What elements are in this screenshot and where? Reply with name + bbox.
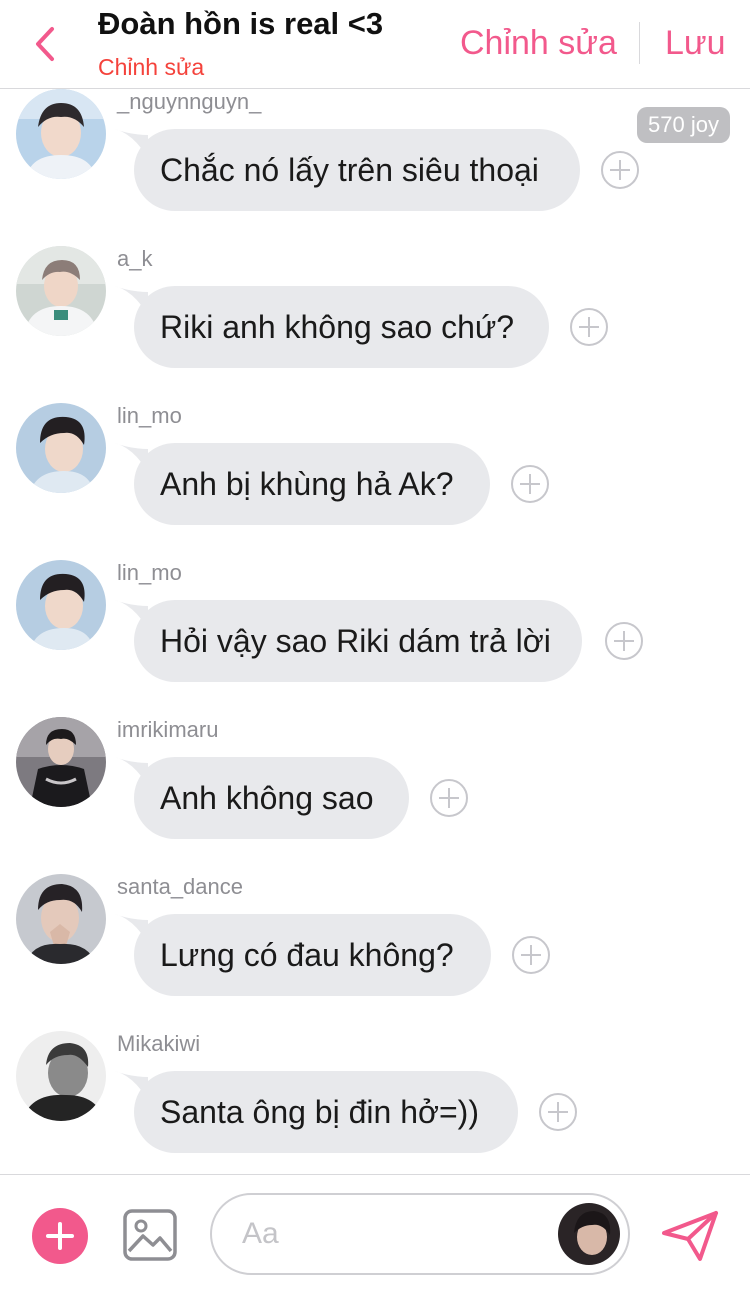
avatar[interactable] [16, 1031, 106, 1121]
message-list[interactable]: _nguynnguyn_ Chắc nó lấy trên siêu thoại… [0, 89, 750, 1174]
message-item: _nguynnguyn_ Chắc nó lấy trên siêu thoại… [0, 89, 750, 229]
add-reaction-icon[interactable] [605, 622, 643, 660]
add-reaction-icon[interactable] [512, 936, 550, 974]
username: _nguynnguyn_ [117, 89, 262, 114]
message-item: santa_dance Lưng có đau không? [0, 874, 750, 1014]
message-item: a_k Riki anh không sao chứ? [0, 246, 750, 386]
chevron-left-icon [36, 27, 54, 61]
add-reaction-icon[interactable] [511, 465, 549, 503]
back-button[interactable] [30, 24, 60, 64]
add-reaction-icon[interactable] [601, 151, 639, 189]
message-bubble[interactable]: Anh không sao [134, 757, 409, 839]
username: lin_mo [117, 403, 182, 428]
message-bubble[interactable]: Hỏi vậy sao Riki dám trả lời [134, 600, 582, 682]
joy-badge: 570 joy [637, 107, 730, 143]
sender-avatar[interactable] [558, 1203, 620, 1265]
edit-button[interactable]: Chỉnh sửa [460, 24, 617, 63]
message-item: lin_mo Anh bị khùng hả Ak? [0, 403, 750, 543]
avatar[interactable] [16, 89, 106, 179]
avatar[interactable] [16, 403, 106, 493]
add-reaction-icon[interactable] [570, 308, 608, 346]
message-bubble[interactable]: Chắc nó lấy trên siêu thoại [134, 129, 580, 211]
image-icon [123, 1209, 177, 1261]
avatar[interactable] [16, 560, 106, 650]
message-item: imrikimaru Anh không sao [0, 717, 750, 857]
chat-title: Đoàn hồn is real <3 [98, 6, 384, 41]
username: lin_mo [117, 560, 182, 585]
header-divider [639, 22, 640, 64]
chat-subtitle-edit-link[interactable]: Chỉnh sửa [98, 54, 204, 81]
message-bubble[interactable]: Riki anh không sao chứ? [134, 286, 549, 368]
message-bubble[interactable]: Anh bị khùng hả Ak? [134, 443, 490, 525]
username: a_k [117, 246, 153, 271]
avatar[interactable] [16, 246, 106, 336]
username: santa_dance [117, 874, 243, 899]
send-button[interactable] [660, 1209, 720, 1263]
image-button[interactable] [123, 1209, 177, 1261]
message-input-placeholder: Aa [242, 1217, 279, 1250]
message-item: Mikakiwi Santa ông bị đin hở=)) [0, 1031, 750, 1171]
message-input[interactable]: Aa [210, 1193, 630, 1275]
message-bubble[interactable]: Lưng có đau không? [134, 914, 491, 996]
plus-icon[interactable] [32, 1208, 88, 1264]
add-reaction-icon[interactable] [539, 1093, 577, 1131]
composer-bar: Aa [0, 1174, 750, 1295]
message-bubble[interactable]: Santa ông bị đin hở=)) [134, 1071, 518, 1153]
avatar[interactable] [16, 717, 106, 807]
message-item: lin_mo Hỏi vậy sao Riki dám trả lời [0, 560, 750, 700]
username: imrikimaru [117, 717, 219, 742]
username: Mikakiwi [117, 1031, 201, 1056]
avatar[interactable] [16, 874, 106, 964]
save-button[interactable]: Lưu [665, 24, 726, 63]
chat-header: Đoàn hồn is real <3 Chỉnh sửa Chỉnh sửa … [0, 0, 750, 89]
send-icon [662, 1211, 718, 1261]
add-reaction-icon[interactable] [430, 779, 468, 817]
